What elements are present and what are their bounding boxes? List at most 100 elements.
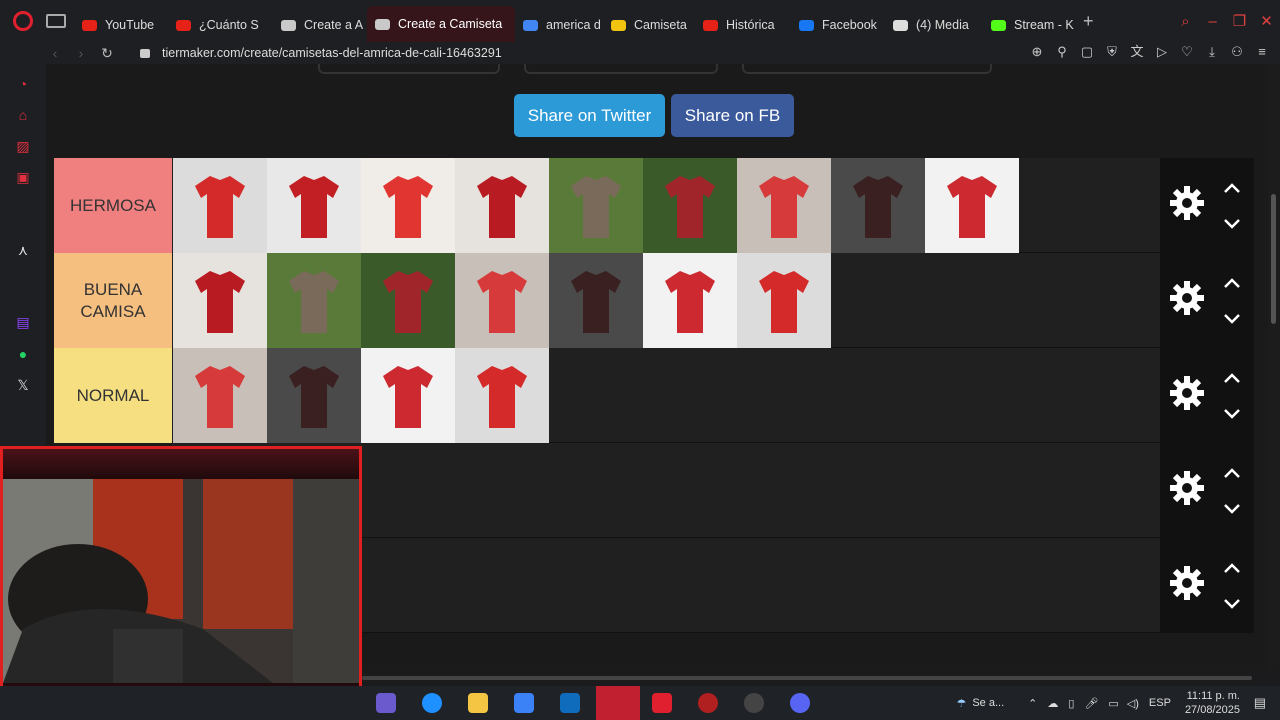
tab-4[interactable]: america d <box>515 8 603 42</box>
tray-arrow-icon[interactable]: ⌃ <box>1028 697 1037 710</box>
url-field[interactable]: tiermaker.com/create/camisetas-del-amric… <box>162 46 502 60</box>
play-icon[interactable]: ▷ <box>1154 44 1170 60</box>
gear-icon[interactable] <box>1170 186 1204 220</box>
app-icon[interactable] <box>698 693 718 713</box>
weather-text[interactable]: Se a... <box>972 697 1004 709</box>
workspaces-icon[interactable] <box>46 14 66 28</box>
easy-setup-icon[interactable]: ≡ <box>1254 44 1270 60</box>
vertical-scrollbar[interactable] <box>1268 64 1280 670</box>
network-icon[interactable]: ▭ <box>1108 697 1118 710</box>
move-down-icon[interactable] <box>1222 499 1242 519</box>
translate-icon[interactable]: 文 <box>1129 44 1145 60</box>
move-up-icon[interactable] <box>1222 463 1242 483</box>
store-icon[interactable] <box>514 693 534 713</box>
edge-icon[interactable] <box>422 693 442 713</box>
snapshot-icon[interactable]: ▢ <box>1079 44 1095 60</box>
language-indicator[interactable]: ESP <box>1149 697 1171 709</box>
tier-item[interactable] <box>549 158 643 253</box>
pin-icon[interactable]: ⚲ <box>1054 44 1070 60</box>
tier-label[interactable]: HERMOSA <box>54 158 172 253</box>
move-down-icon[interactable] <box>1222 214 1242 234</box>
move-down-icon[interactable] <box>1222 404 1242 424</box>
tier-item[interactable] <box>737 158 831 253</box>
outlook-icon[interactable] <box>560 693 580 713</box>
tier-item[interactable] <box>173 348 267 443</box>
gear-icon[interactable] <box>1170 281 1204 315</box>
clock[interactable]: 11:11 p. m. 27/08/2025 <box>1185 689 1240 717</box>
wps-icon[interactable] <box>652 693 672 713</box>
zoom-icon[interactable]: ⊕ <box>1029 44 1045 60</box>
tier-item[interactable] <box>455 253 549 348</box>
move-up-icon[interactable] <box>1222 368 1242 388</box>
tier-label[interactable]: BUENA CAMISA <box>54 253 172 348</box>
tier-item[interactable] <box>925 158 1019 253</box>
volume-icon[interactable]: ◁) <box>1127 697 1139 710</box>
tab-5[interactable]: Camiseta <box>603 8 695 42</box>
adblock-icon[interactable]: ⛨ <box>1104 44 1120 60</box>
clock-app-icon[interactable] <box>744 693 764 713</box>
search-tabs-icon[interactable]: ⌕ <box>1172 13 1199 30</box>
tier-item[interactable] <box>361 158 455 253</box>
move-down-icon[interactable] <box>1222 309 1242 329</box>
cloud-icon[interactable]: ☁ <box>1047 697 1058 710</box>
heart-icon[interactable]: ♡ <box>1179 44 1195 60</box>
gear-icon[interactable] <box>1170 376 1204 410</box>
sidebar-wallet-icon[interactable]: ▨ <box>14 138 32 154</box>
tier-item[interactable] <box>173 253 267 348</box>
tab-1[interactable]: ¿Cuánto S <box>168 8 273 42</box>
tier-item[interactable] <box>549 253 643 348</box>
tier-label[interactable]: NORMAL <box>54 348 172 443</box>
tier-item[interactable] <box>455 348 549 443</box>
back-button[interactable]: ‹ <box>42 45 68 61</box>
tier-item[interactable] <box>831 158 925 253</box>
move-down-icon[interactable] <box>1222 594 1242 614</box>
tab-2[interactable]: Create a A <box>273 8 367 42</box>
sidebar-player-icon[interactable]: ▣ <box>14 169 32 185</box>
share-twitter-button[interactable]: Share on Twitter <box>514 94 665 137</box>
gear-icon[interactable] <box>1170 566 1204 600</box>
download-icon[interactable]: ⤓ <box>1204 44 1220 60</box>
horizontal-scrollbar[interactable] <box>362 674 1252 682</box>
tier-item[interactable] <box>361 253 455 348</box>
lock-icon[interactable] <box>140 48 150 58</box>
tab-3[interactable]: Create a Camiseta <box>367 6 515 42</box>
tier-item[interactable] <box>361 348 455 443</box>
move-up-icon[interactable] <box>1222 558 1242 578</box>
close-button[interactable]: ✕ <box>1253 12 1280 30</box>
weather-icon[interactable]: ☂ <box>956 697 966 710</box>
sidebar-aria-icon[interactable]: ⋏ <box>14 242 32 258</box>
tier-item[interactable] <box>643 158 737 253</box>
discord-icon[interactable] <box>790 693 810 713</box>
twitch-icon[interactable]: ▤ <box>14 314 32 330</box>
tab-9[interactable]: Stream - K <box>983 8 1075 42</box>
forward-button[interactable]: › <box>68 45 94 61</box>
tier-item[interactable] <box>455 158 549 253</box>
opera-logo-icon[interactable] <box>0 0 46 42</box>
notifications-icon[interactable]: ▤ <box>1254 695 1266 711</box>
maximize-button[interactable]: ❐ <box>1226 12 1253 30</box>
tier-item[interactable] <box>267 348 361 443</box>
share-facebook-button[interactable]: Share on FB <box>671 94 794 137</box>
minimize-button[interactable]: – <box>1199 13 1226 30</box>
gear-icon[interactable] <box>1170 471 1204 505</box>
tier-item[interactable] <box>267 158 361 253</box>
profile-icon[interactable]: ⚇ <box>1229 44 1245 60</box>
opera-taskbar-icon[interactable] <box>596 686 640 720</box>
tab-7[interactable]: Facebook <box>791 8 885 42</box>
tab-6[interactable]: Histórica <box>695 8 791 42</box>
sidebar-history-icon[interactable]: ◔ <box>14 76 32 92</box>
tier-item[interactable] <box>737 253 831 348</box>
copilot-icon[interactable] <box>376 693 396 713</box>
tab-8[interactable]: (4) Media <box>885 8 983 42</box>
tier-item[interactable] <box>173 158 267 253</box>
tab-0[interactable]: YouTube <box>74 8 168 42</box>
new-tab-button[interactable]: + <box>1083 11 1094 32</box>
reload-button[interactable]: ↻ <box>94 45 120 62</box>
tier-item[interactable] <box>267 253 361 348</box>
sidebar-bag-icon[interactable]: ⌂ <box>14 107 32 123</box>
mic-icon[interactable]: 🎤︎ <box>1084 697 1098 710</box>
explorer-icon[interactable] <box>468 693 488 713</box>
move-up-icon[interactable] <box>1222 178 1242 198</box>
battery-icon[interactable]: ▯ <box>1068 697 1074 710</box>
move-up-icon[interactable] <box>1222 273 1242 293</box>
